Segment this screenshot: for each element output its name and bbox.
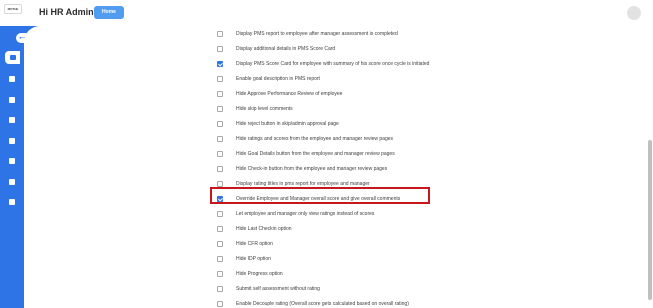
option-checkbox[interactable]: [217, 45, 223, 52]
top-header: MOTHE Hi HR Admin Home: [0, 0, 653, 26]
option-label: Let employee and manager only view ratin…: [236, 210, 375, 217]
checklist-icon[interactable]: [9, 179, 16, 186]
option-checkbox[interactable]: [217, 165, 223, 172]
option-checkbox[interactable]: [217, 120, 223, 127]
option-label: Hide skip level comments: [236, 105, 293, 112]
option-checkbox[interactable]: [217, 300, 223, 307]
option-label: Hide reject button in skip/admin approva…: [236, 120, 339, 127]
option-checkbox[interactable]: [217, 285, 223, 292]
option-checkbox[interactable]: [217, 75, 223, 82]
calendar-icon[interactable]: [9, 117, 16, 124]
option-label: Hide Last Checkin option: [236, 225, 292, 232]
option-label: Display PMS report to employee after man…: [236, 30, 398, 37]
option-checkbox[interactable]: [217, 135, 223, 142]
analytics-icon[interactable]: [9, 158, 16, 165]
page-title: Hi HR Admin: [39, 7, 94, 17]
option-label: Hide IDP option: [236, 255, 271, 262]
option-label: Submit self assessment without rating: [236, 285, 320, 292]
highlight-annotation-box: [210, 187, 430, 204]
home-button[interactable]: Home: [94, 6, 124, 19]
option-row[interactable]: Display PMS report to employee after man…: [210, 26, 630, 41]
option-checkbox[interactable]: [217, 180, 223, 187]
sidebar: [0, 26, 24, 308]
option-label: Hide Progress option: [236, 270, 283, 277]
option-label: Hide CFR option: [236, 240, 273, 247]
option-row[interactable]: Hide skip level comments: [210, 101, 630, 116]
option-label: Enable Decouple rating (Overall score ge…: [236, 300, 409, 307]
option-row[interactable]: Hide Progress option: [210, 266, 630, 281]
option-label: Display PMS Score Card for employee with…: [236, 60, 430, 67]
option-row[interactable]: Display PMS Score Card for employee with…: [210, 56, 630, 71]
option-row[interactable]: Hide reject button in skip/admin approva…: [210, 116, 630, 131]
option-row[interactable]: Submit self assessment without rating: [210, 281, 630, 296]
option-checkbox[interactable]: [217, 225, 223, 232]
option-checkbox[interactable]: [217, 60, 223, 67]
option-checkbox[interactable]: [217, 240, 223, 247]
scrollbar-thumb[interactable]: [648, 140, 652, 300]
option-row[interactable]: Hide Goal Details button from the employ…: [210, 146, 630, 161]
option-label: Hide Check-in button from the employee a…: [236, 165, 388, 172]
visibility-icon[interactable]: [9, 97, 16, 104]
option-row[interactable]: Let employee and manager only view ratin…: [210, 206, 630, 221]
option-label: Enable goal description in PMS report: [236, 75, 320, 82]
option-label: Hide ratings and scores from the employe…: [236, 135, 394, 142]
option-row[interactable]: Hide IDP option: [210, 251, 630, 266]
option-row[interactable]: Hide Approve Performance Review of emplo…: [210, 86, 630, 101]
option-row[interactable]: Hide Last Checkin option: [210, 221, 630, 236]
users-icon[interactable]: [9, 76, 16, 83]
option-label: Display rating titles in pms report for …: [236, 180, 370, 187]
option-row[interactable]: Enable goal description in PMS report: [210, 71, 630, 86]
dashboard-icon[interactable]: [5, 51, 20, 64]
option-checkbox[interactable]: [217, 210, 223, 217]
option-label: Hide Goal Details button from the employ…: [236, 150, 395, 157]
company-logo: MOTHE: [4, 4, 22, 14]
option-row[interactable]: Display additional details in PMS Score …: [210, 41, 630, 56]
option-checkbox[interactable]: [217, 270, 223, 277]
option-checkbox[interactable]: [217, 150, 223, 157]
option-checkbox[interactable]: [217, 255, 223, 262]
avatar[interactable]: [627, 6, 641, 20]
option-checkbox[interactable]: [217, 90, 223, 97]
option-label: Hide Approve Performance Review of emplo…: [236, 90, 343, 97]
option-checkbox[interactable]: [217, 30, 223, 37]
option-row[interactable]: Hide ratings and scores from the employe…: [210, 131, 630, 146]
option-row[interactable]: Enable Decouple rating (Overall score ge…: [210, 296, 630, 308]
option-row[interactable]: Hide CFR option: [210, 236, 630, 251]
option-checkbox[interactable]: [217, 105, 223, 112]
document-icon[interactable]: [9, 138, 16, 145]
option-row[interactable]: Hide Check-in button from the employee a…: [210, 161, 630, 176]
settings-icon[interactable]: [9, 199, 16, 206]
option-label: Display additional details in PMS Score …: [236, 45, 336, 52]
